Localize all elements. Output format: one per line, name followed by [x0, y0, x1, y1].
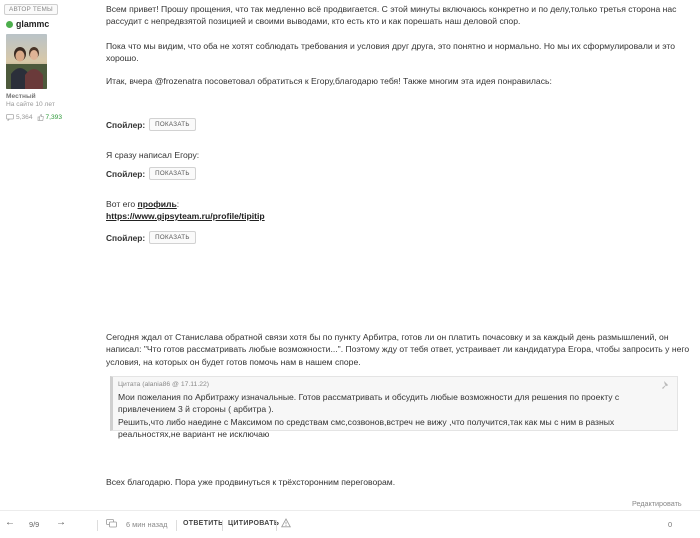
post-paragraph-1: Всем привет! Прошу прощения, что так мед… [106, 4, 677, 27]
spoiler-label: Спойлер: [106, 232, 146, 243]
profile-link[interactable]: профиль [138, 199, 177, 209]
spoiler-show-button[interactable]: ПОКАЗАТЬ [149, 118, 196, 131]
next-post-arrow-icon[interactable]: → [56, 517, 66, 528]
comments-icon[interactable] [106, 519, 117, 529]
post-paragraph-5: Вот его профиль: [106, 198, 691, 210]
profile-url-link[interactable]: https://www.gipsyteam.ru/profile/tipitip [106, 211, 265, 221]
spoiler-2: Спойлер: ПОКАЗАТЬ [106, 167, 196, 180]
footer-divider [97, 520, 98, 531]
footer-divider [276, 520, 277, 531]
spoiler-show-button[interactable]: ПОКАЗАТЬ [149, 231, 196, 244]
quote-line-2: Решить,что либо наедине с Максимом по ср… [118, 416, 615, 439]
footer-divider [176, 520, 177, 531]
author-rank: Местный [6, 93, 36, 100]
comment-icon [6, 114, 14, 121]
thumbs-up-icon [37, 114, 44, 121]
avatar[interactable] [6, 34, 47, 89]
post-paragraph-4: Я сразу написал Егору: [106, 150, 200, 160]
footer-divider [222, 520, 223, 531]
spoiler-3: Спойлер: ПОКАЗАТЬ [106, 231, 196, 244]
author-stats: 5,364 7,393 [6, 114, 62, 121]
profile-suffix: : [176, 199, 180, 209]
quote-button[interactable]: ЦИТИРОВАТЬ [228, 520, 279, 527]
post-footer: ← 9/9 → 6 мин назад ОТВЕТИТЬ ЦИТИРОВАТЬ … [0, 510, 700, 538]
edit-button[interactable]: Редактировать [632, 499, 682, 508]
author-posts-count: 5,364 [16, 114, 33, 121]
reply-button[interactable]: ОТВЕТИТЬ [183, 520, 223, 527]
spoiler-label: Спойлер: [106, 168, 146, 179]
profile-prefix: Вот его [106, 199, 138, 209]
post-time: 6 мин назад [126, 520, 168, 529]
author-reputation-count: 7,393 [45, 114, 63, 121]
quote-text: Мои пожелания по Арбитражу изначальные. … [118, 391, 673, 440]
author-name-row: glammc [6, 19, 49, 29]
author-posts: 5,364 [6, 114, 33, 121]
post-paragraph-6: Сегодня ждал от Станислава обратной связ… [106, 332, 690, 367]
spoiler-show-button[interactable]: ПОКАЗАТЬ [149, 167, 196, 180]
post-paragraph-7: Всех благодарю. Пора уже продвинуться к … [106, 477, 396, 487]
pin-icon[interactable] [661, 380, 671, 390]
quote-line-1: Мои пожелания по Арбитражу изначальные. … [118, 392, 620, 415]
author-last-seen: На сайте 10 лет [6, 101, 55, 108]
profile-url-line: https://www.gipsyteam.ru/profile/tipitip [106, 210, 691, 222]
author-name[interactable]: glammc [16, 19, 49, 29]
spoiler-1: Спойлер: ПОКАЗАТЬ [106, 118, 196, 131]
post-paragraph-2: Пока что мы видим, что оба не хотят собл… [106, 41, 676, 64]
prev-post-arrow-icon[interactable]: ← [5, 517, 15, 528]
quote-header: Цитата (alania86 @ 17.11.22) [118, 381, 210, 388]
report-warning-icon[interactable] [281, 518, 291, 528]
topic-author-badge: АВТОР ТЕМЫ [4, 4, 58, 15]
like-count[interactable]: 0 [668, 520, 672, 529]
quote-block: Цитата (alania86 @ 17.11.22) Мои пожелан… [110, 376, 678, 439]
author-panel: АВТОР ТЕМЫ glammc Местный На сайте 10 ле… [0, 0, 96, 510]
post-counter: 9/9 [29, 520, 40, 529]
author-reputation: 7,393 [37, 114, 63, 121]
spoiler-label: Спойлер: [106, 119, 146, 130]
post-paragraph-3: Итак, вчера @frozenatra посоветовал обра… [106, 76, 552, 86]
online-status-icon [6, 20, 13, 28]
